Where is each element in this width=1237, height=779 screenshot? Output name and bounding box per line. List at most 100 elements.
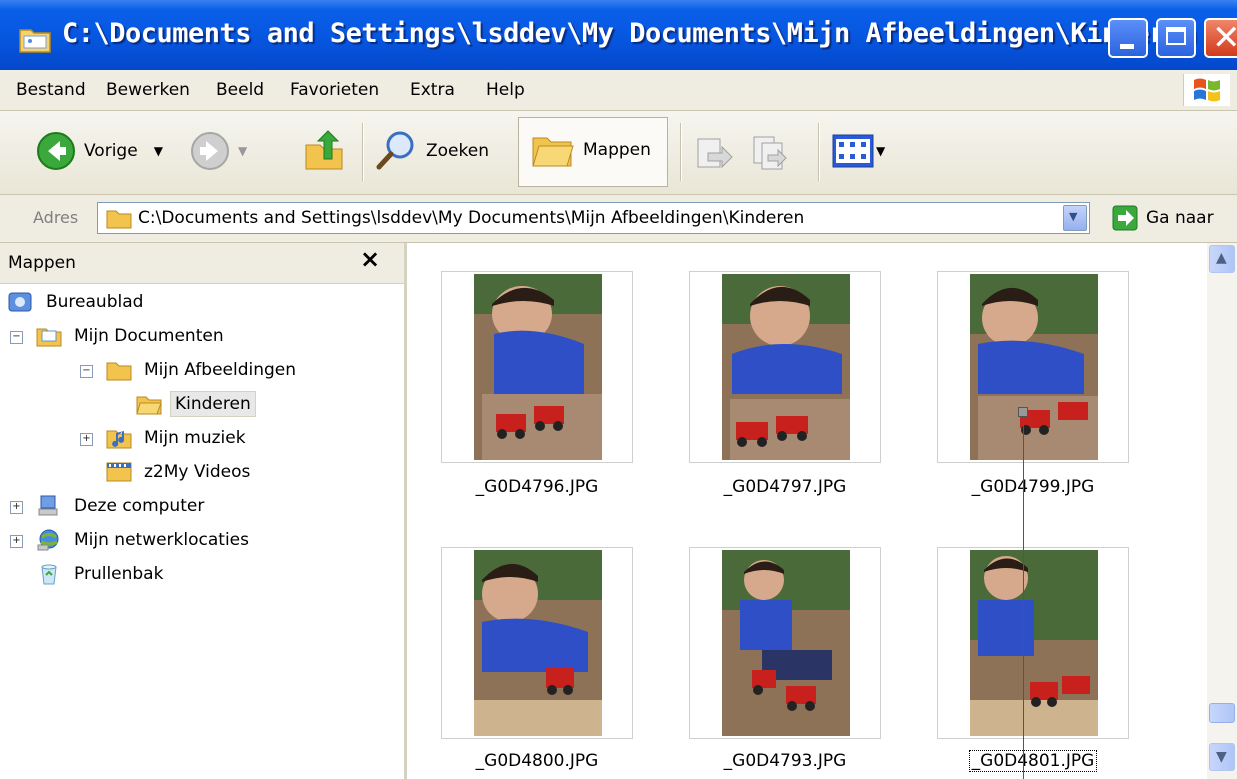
scroll-thumb[interactable]: [1209, 703, 1235, 723]
recycle-bin-icon: [36, 563, 62, 585]
address-path: C:\Documents and Settings\lsddev\My Docu…: [138, 208, 805, 228]
folder-icon: [106, 210, 132, 229]
menu-bewerken[interactable]: Bewerken: [106, 80, 190, 100]
address-input[interactable]: C:\Documents and Settings\lsddev\My Docu…: [97, 202, 1090, 234]
tree-item-label: Mijn netwerklocaties: [74, 530, 249, 550]
file-name[interactable]: _G0D4793.JPG: [665, 751, 905, 771]
file-name[interactable]: _G0D4801.JPG: [913, 750, 1153, 772]
menu-beeld[interactable]: Beeld: [216, 80, 264, 100]
file-name-text: _G0D4801.JPG: [968, 750, 1098, 772]
computer-icon: [36, 495, 62, 517]
file-name[interactable]: _G0D4797.JPG: [665, 477, 905, 497]
file-name-text: _G0D4797.JPG: [723, 477, 847, 497]
chevron-down-icon: ▼: [1216, 749, 1227, 765]
menu-bestand[interactable]: Bestand: [16, 80, 86, 100]
menu-extra[interactable]: Extra: [410, 80, 455, 100]
desktop-icon: [8, 291, 34, 313]
windows-logo-icon: [1183, 74, 1230, 106]
address-dropdown-button[interactable]: ▼: [1063, 205, 1087, 231]
thumbnail[interactable]: [937, 547, 1129, 739]
chevron-down-icon: ▼: [876, 144, 886, 158]
forward-arrow-icon: [191, 132, 229, 170]
thumbnail[interactable]: [937, 271, 1129, 463]
menu-favorieten[interactable]: Favorieten: [290, 80, 379, 100]
folders-button[interactable]: Mappen: [518, 117, 668, 187]
up-folder-button[interactable]: [302, 129, 348, 173]
file-name-text: _G0D4796.JPG: [475, 477, 599, 497]
folder-open-icon: [136, 393, 162, 415]
tree-item-mijn-afbeeldingen[interactable]: Mijn Afbeeldingen: [106, 355, 300, 385]
tree-item-z2my-videos[interactable]: z2My Videos: [106, 457, 254, 487]
search-button[interactable]: Zoeken: [374, 129, 489, 173]
file-name-text: _G0D4799.JPG: [971, 477, 1095, 497]
views-icon: [832, 134, 874, 168]
collapse-icon[interactable]: −: [80, 365, 93, 378]
chevron-up-icon: ▲: [1216, 250, 1227, 266]
expand-icon[interactable]: +: [10, 501, 23, 514]
scroll-down-button[interactable]: ▼: [1209, 743, 1235, 771]
photo-thumbnail: [474, 274, 602, 460]
file-name-text: _G0D4793.JPG: [723, 751, 847, 771]
tree-item-deze-computer[interactable]: Deze computer: [36, 491, 208, 521]
folder-icon: [19, 29, 51, 53]
close-button[interactable]: ✕: [1204, 18, 1237, 58]
folders-label: Mappen: [583, 140, 651, 160]
window-title: C:\Documents and Settings\lsddev\My Docu…: [62, 18, 1197, 49]
folders-icon: [532, 137, 574, 167]
photo-thumbnail: [722, 274, 850, 460]
tree-item-mijn-documenten[interactable]: Mijn Documenten: [36, 321, 228, 351]
tree-item-mijn-muziek[interactable]: Mijn muziek: [106, 423, 250, 453]
vertical-scrollbar[interactable]: ▲ ▼: [1207, 243, 1237, 779]
folder-pane-header: Mappen ×: [0, 243, 404, 284]
go-button[interactable]: Ga naar: [1112, 205, 1214, 231]
tree-item-label: z2My Videos: [144, 462, 251, 482]
address-label: Adres: [33, 208, 79, 227]
maximize-button[interactable]: [1156, 18, 1196, 58]
tree-item-bureaublad[interactable]: Bureaublad: [8, 287, 147, 317]
back-arrow-icon: [37, 132, 75, 170]
file-name[interactable]: _G0D4796.JPG: [417, 477, 657, 497]
file-view[interactable]: _G0D4796.JPG _G0D4797.JPG _G0D4799.JPG _…: [407, 243, 1207, 779]
views-button[interactable]: ▼: [832, 133, 885, 169]
chevron-down-icon: ▼: [1069, 210, 1078, 223]
tree-item-mijn-netwerklocaties[interactable]: Mijn netwerklocaties: [36, 525, 253, 555]
menu-help[interactable]: Help: [486, 80, 525, 100]
tree-item-label: Kinderen: [170, 391, 256, 417]
photo-thumbnail: [970, 550, 1098, 736]
folder-up-icon: [305, 130, 343, 170]
minimize-button[interactable]: [1108, 18, 1148, 58]
scroll-up-button[interactable]: ▲: [1209, 245, 1235, 273]
tree-item-kinderen[interactable]: Kinderen: [136, 389, 256, 419]
back-button[interactable]: Vorige ▼: [36, 131, 163, 171]
folder-pane-title: Mappen: [8, 253, 76, 273]
address-bar: Adres C:\Documents and Settings\lsddev\M…: [0, 195, 1237, 243]
tree-item-label: Mijn muziek: [144, 428, 246, 448]
cursor-guide-line: [1023, 412, 1024, 779]
tree-item-label: Deze computer: [74, 496, 205, 516]
file-name[interactable]: _G0D4799.JPG: [913, 477, 1153, 497]
tree-item-prullenbak[interactable]: Prullenbak: [36, 559, 167, 589]
thumbnail[interactable]: [441, 271, 633, 463]
chevron-down-icon[interactable]: ▼: [154, 144, 163, 158]
mouse-cursor: [1018, 407, 1028, 417]
expand-icon[interactable]: +: [80, 433, 93, 446]
thumbnail[interactable]: [689, 547, 881, 739]
network-icon: [36, 529, 62, 551]
go-arrow-icon: [1112, 205, 1138, 231]
forward-button[interactable]: ▼: [190, 131, 247, 171]
thumbnail[interactable]: [689, 271, 881, 463]
menu-bar: Bestand Bewerken Beeld Favorieten Extra …: [0, 70, 1237, 111]
copy-to-button[interactable]: [750, 131, 792, 171]
collapse-icon[interactable]: −: [10, 331, 23, 344]
tree-item-label: Mijn Documenten: [74, 326, 224, 346]
close-icon[interactable]: ×: [360, 245, 380, 273]
thumbnail[interactable]: [441, 547, 633, 739]
expand-icon[interactable]: +: [10, 535, 23, 548]
tree-item-label: Mijn Afbeeldingen: [144, 360, 297, 380]
music-folder-icon: [106, 427, 132, 449]
photo-thumbnail: [722, 550, 850, 736]
close-icon: ✕: [1212, 18, 1237, 58]
file-name[interactable]: _G0D4800.JPG: [417, 751, 657, 771]
move-to-button[interactable]: [694, 131, 736, 171]
chevron-down-icon[interactable]: ▼: [238, 144, 247, 158]
